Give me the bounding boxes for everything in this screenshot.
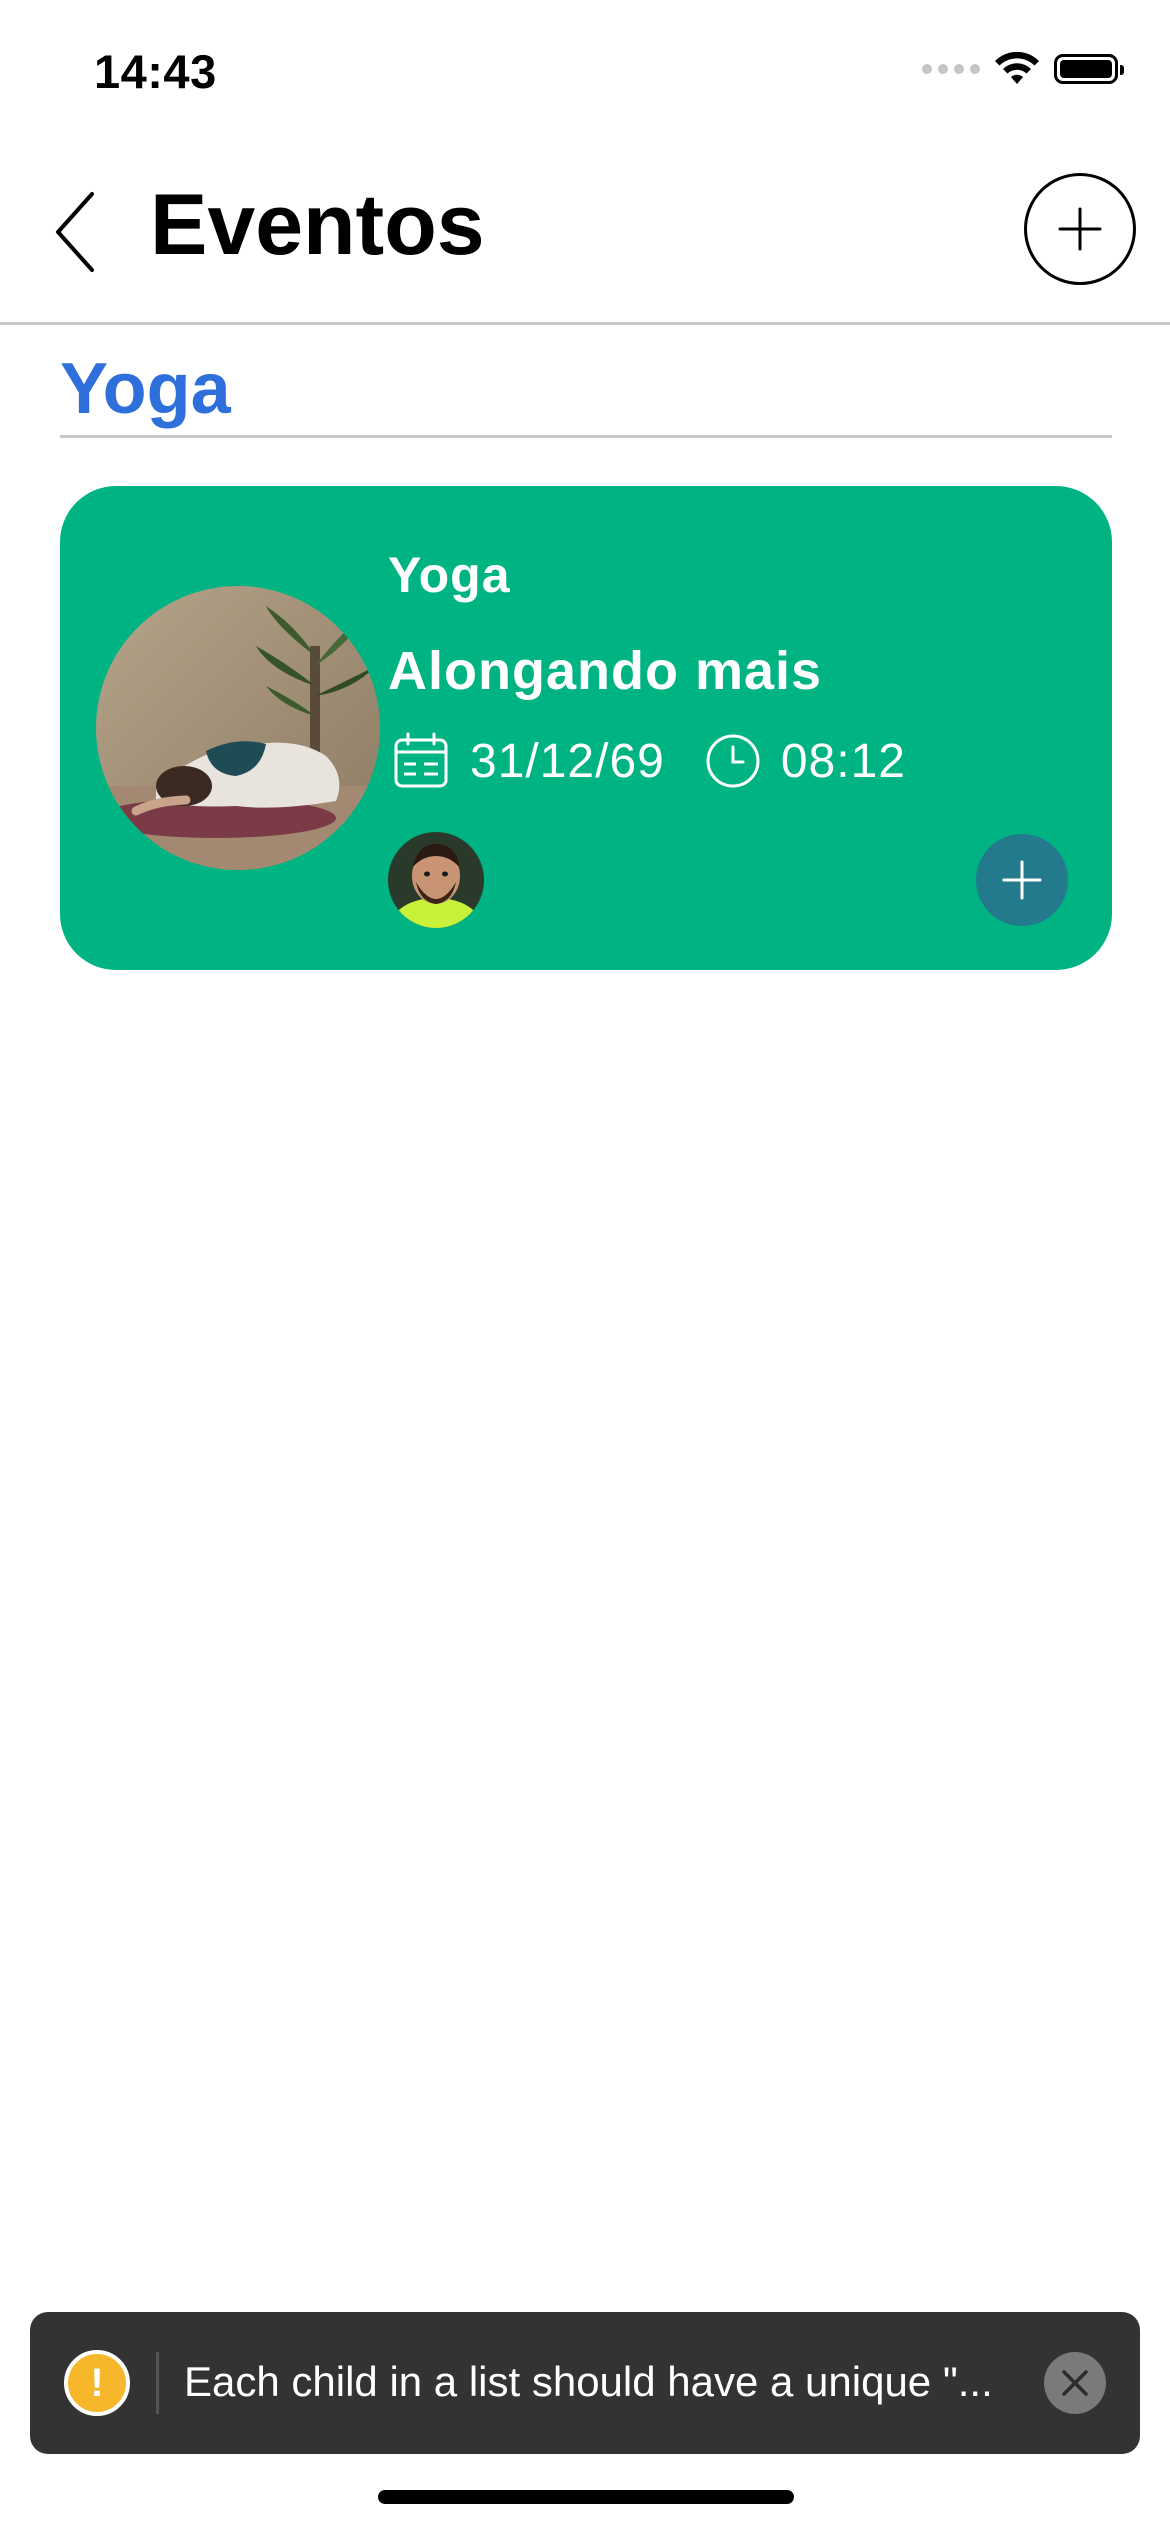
status-icons: [922, 52, 1124, 86]
nav-header: Eventos: [0, 160, 1170, 325]
event-meta: 31/12/69 08:12: [392, 732, 906, 790]
status-time: 14:43: [94, 45, 217, 98]
wifi-icon: [995, 52, 1039, 84]
battery-icon: [1054, 54, 1124, 84]
event-name: Yoga: [388, 547, 511, 603]
plus-icon: [1002, 860, 1042, 900]
calendar-icon: [394, 732, 448, 788]
clock-icon: [706, 734, 760, 788]
close-icon: [1062, 2370, 1088, 2396]
section-title: Yoga: [60, 349, 231, 429]
section-divider: [60, 435, 1112, 438]
event-subtitle: Alongando mais: [388, 641, 823, 701]
plus-icon: [1058, 207, 1102, 251]
page-title: Eventos: [150, 177, 485, 273]
event-time-text: 08:12: [780, 734, 906, 788]
participant-avatar[interactable]: [388, 832, 484, 928]
event-date: 31/12/69: [392, 732, 665, 790]
warning-icon: !: [64, 2350, 130, 2416]
event-photo: [96, 586, 380, 870]
cellular-signal-icon: [922, 64, 980, 74]
toast-close-button[interactable]: [1044, 2352, 1106, 2414]
toast-separator: [156, 2352, 159, 2414]
add-event-button[interactable]: [1024, 173, 1136, 285]
warning-toast[interactable]: ! Each child in a list should have a uni…: [30, 2312, 1140, 2454]
event-time: 08:12: [705, 733, 906, 789]
chevron-left-icon: [56, 192, 94, 272]
home-indicator[interactable]: [378, 2490, 794, 2504]
toast-message: Each child in a list should have a uniqu…: [184, 2358, 993, 2405]
status-bar: 14:43: [0, 0, 1170, 150]
back-button[interactable]: [40, 182, 110, 282]
event-card[interactable]: Yoga Alongando mais 31/12/69 08:12: [60, 486, 1112, 970]
event-date-text: 31/12/69: [470, 734, 665, 788]
screen: 14:43 Eventos Yoga Yoga Alongando mais 3…: [0, 0, 1170, 2532]
join-event-button[interactable]: [976, 834, 1068, 926]
